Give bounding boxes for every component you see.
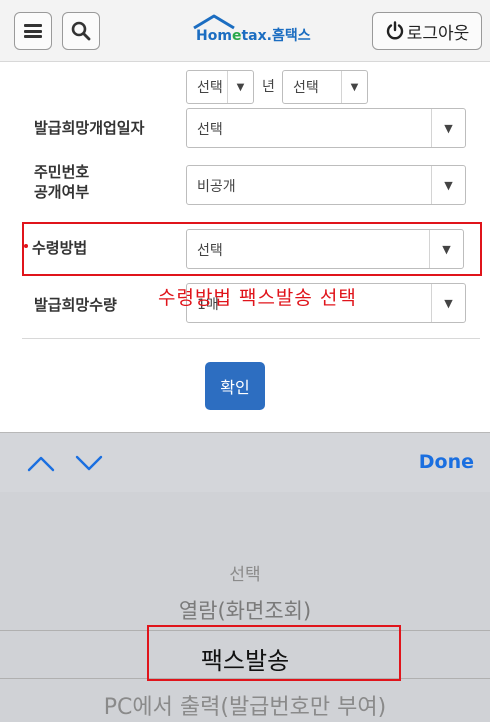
hamburger-menu-icon <box>24 24 42 38</box>
id-disclosure-label-line1: 주민번호 <box>34 163 90 181</box>
chevron-up-icon[interactable] <box>26 453 56 473</box>
date-select-1[interactable]: 선택 ▼ <box>186 70 254 104</box>
dropdown-arrow-icon: ▼ <box>227 71 253 103</box>
selected-option-highlight <box>147 625 401 681</box>
picker-option[interactable]: 선택 <box>0 560 490 585</box>
option-picker-wheel[interactable]: 선택 열람(화면조회) 팩스발송 PC에서 출력(발급번호만 부여) <box>0 492 490 722</box>
search-button[interactable] <box>62 12 100 50</box>
annotation-text: 수령방법 팩스발송 선택 <box>158 287 357 309</box>
dropdown-arrow-icon: ▼ <box>431 166 465 204</box>
receipt-method-label: 수령방법 <box>32 239 88 257</box>
id-disclosure-select[interactable]: 비공개 ▼ <box>186 165 466 205</box>
logo-text: Hometax.홈택스 <box>196 28 311 44</box>
dropdown-arrow-icon: ▼ <box>429 230 463 268</box>
opening-date-label: 발급희망개업일자 <box>34 119 145 137</box>
logout-label: 로그아웃 <box>406 23 470 44</box>
year-label: 년 <box>262 79 275 95</box>
dropdown-arrow-icon: ▼ <box>341 71 367 103</box>
opening-date-select[interactable]: 선택 ▼ <box>186 108 466 148</box>
quantity-label: 발급희망수량 <box>34 296 117 314</box>
app-header: Hometax.홈택스 로그아웃 <box>0 0 490 62</box>
search-icon <box>71 21 91 41</box>
menu-button[interactable] <box>14 12 52 50</box>
power-icon <box>386 21 403 40</box>
divider <box>22 338 480 339</box>
picker-option[interactable]: 열람(화면조회) <box>0 595 490 625</box>
picker-toolbar: Done <box>0 432 490 492</box>
receipt-method-select[interactable]: 선택 ▼ <box>186 229 464 269</box>
picker-option[interactable]: PC에서 출력(발급번호만 부여) <box>0 689 490 721</box>
logout-button[interactable]: 로그아웃 <box>372 12 482 50</box>
date-selects-row: 선택 ▼ 년 선택 ▼ <box>0 70 490 104</box>
confirm-button[interactable]: 확인 <box>205 362 265 410</box>
dropdown-arrow-icon: ▼ <box>431 109 465 147</box>
required-marker <box>24 244 28 248</box>
chevron-down-icon[interactable] <box>74 453 104 473</box>
hometax-logo[interactable]: Hometax.홈택스 <box>190 14 320 46</box>
date-select-2[interactable]: 선택 ▼ <box>282 70 368 104</box>
done-button[interactable]: Done <box>419 451 474 473</box>
dropdown-arrow-icon: ▼ <box>431 284 465 322</box>
id-disclosure-label-line2: 공개여부 <box>34 183 90 201</box>
